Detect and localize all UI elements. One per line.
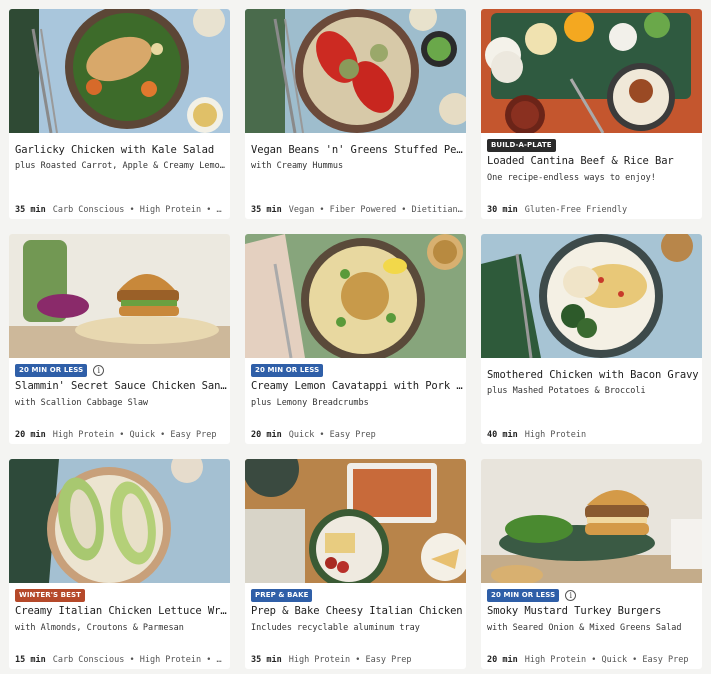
cook-time: 35 min xyxy=(15,205,46,215)
recipe-meta: 20 min High Protein • Quick • Easy Prep xyxy=(15,430,227,440)
recipe-card[interactable]: 20 MIN OR LESS i Smoky Mustard Turkey Bu… xyxy=(481,459,702,669)
smothered-chicken-photo[interactable] xyxy=(481,234,702,358)
build-a-plate-badge: BUILD-A-PLATE xyxy=(487,139,556,152)
recipe-subtitle: with Creamy Hummus xyxy=(251,161,344,171)
badge-row: 20 MIN OR LESS i xyxy=(15,364,105,377)
recipe-grid: Garlicky Chicken with Kale Salad plus Ro… xyxy=(0,0,711,674)
recipe-subtitle: plus Mashed Potatoes & Broccoli xyxy=(487,386,646,396)
chicken-kale-salad-photo[interactable] xyxy=(9,9,230,133)
recipe-title[interactable]: Creamy Lemon Cavatappi with Pork & Peas xyxy=(251,380,463,392)
recipe-title[interactable]: Prep & Bake Cheesy Italian Chicken xyxy=(251,605,463,617)
recipe-meta: 35 min Vegan • Fiber Powered • Dietitian… xyxy=(251,205,463,215)
recipe-tags: High Protein • Easy Prep xyxy=(288,655,412,665)
cook-time: 40 min xyxy=(487,430,518,440)
badge-row: WINTER'S BEST xyxy=(15,589,85,602)
recipe-title[interactable]: Smoky Mustard Turkey Burgers xyxy=(487,605,699,617)
prep-bake-badge: PREP & BAKE xyxy=(251,589,313,602)
recipe-meta: 20 min High Protein • Quick • Easy Prep xyxy=(487,655,699,665)
cook-time: 20 min xyxy=(487,655,518,665)
cook-time: 30 min xyxy=(487,205,518,215)
info-icon[interactable]: i xyxy=(565,590,577,601)
recipe-subtitle: plus Lemony Breadcrumbs xyxy=(251,398,369,408)
badge-row: BUILD-A-PLATE xyxy=(487,139,556,152)
cavatappi-photo[interactable] xyxy=(245,234,466,358)
recipe-tags: High Protein • Quick • Easy Prep xyxy=(52,430,217,440)
recipe-title[interactable]: Creamy Italian Chicken Lettuce Wraps xyxy=(15,605,227,617)
recipe-tags: High Protein • Quick • Easy Prep xyxy=(524,655,689,665)
recipe-card[interactable]: Vegan Beans 'n' Greens Stuffed Peppers w… xyxy=(245,9,466,219)
badge-row: 20 MIN OR LESS i xyxy=(487,589,577,602)
recipe-subtitle: with Seared Onion & Mixed Greens Salad xyxy=(487,623,682,633)
cook-time: 15 min xyxy=(15,655,46,665)
recipe-card[interactable]: WINTER'S BEST Creamy Italian Chicken Let… xyxy=(9,459,230,669)
lettuce-wraps-photo[interactable] xyxy=(9,459,230,583)
badge-row: PREP & BAKE xyxy=(251,589,313,602)
beef-rice-bar-photo[interactable] xyxy=(481,9,702,133)
recipe-meta: 35 min High Protein • Easy Prep xyxy=(251,655,463,665)
recipe-subtitle: with Almonds, Croutons & Parmesan xyxy=(15,623,184,633)
recipe-title[interactable]: Slammin' Secret Sauce Chicken Sandwiches xyxy=(15,380,227,392)
recipe-title[interactable]: Vegan Beans 'n' Greens Stuffed Peppers xyxy=(251,144,463,156)
recipe-title[interactable]: Smothered Chicken with Bacon Gravy xyxy=(487,369,699,381)
chicken-sandwich-photo[interactable] xyxy=(9,234,230,358)
recipe-tags: Quick • Easy Prep xyxy=(288,430,376,440)
recipe-tags: Carb Conscious • High Protein • … xyxy=(52,205,222,215)
cook-time: 35 min xyxy=(251,655,282,665)
recipe-subtitle: Includes recyclable aluminum tray xyxy=(251,623,420,633)
recipe-meta: 15 min Carb Conscious • High Protein • … xyxy=(15,655,227,665)
recipe-card[interactable]: 20 MIN OR LESS i Slammin' Secret Sauce C… xyxy=(9,234,230,444)
info-icon[interactable]: i xyxy=(93,365,105,376)
cook-time: 20 min xyxy=(15,430,46,440)
recipe-meta: 35 min Carb Conscious • High Protein • … xyxy=(15,205,227,215)
recipe-card[interactable]: Smothered Chicken with Bacon Gravy plus … xyxy=(481,234,702,444)
recipe-meta: 40 min High Protein xyxy=(487,430,699,440)
quick-badge: 20 MIN OR LESS xyxy=(15,364,88,377)
recipe-card[interactable]: 20 MIN OR LESS Creamy Lemon Cavatappi wi… xyxy=(245,234,466,444)
recipe-meta: 30 min Gluten-Free Friendly xyxy=(487,205,699,215)
quick-badge: 20 MIN OR LESS xyxy=(487,589,560,602)
turkey-burger-photo[interactable] xyxy=(481,459,702,583)
recipe-card[interactable]: BUILD-A-PLATE Loaded Cantina Beef & Rice… xyxy=(481,9,702,219)
recipe-tags: High Protein xyxy=(524,430,587,440)
cook-time: 20 min xyxy=(251,430,282,440)
winters-best-badge: WINTER'S BEST xyxy=(15,589,85,602)
stuffed-peppers-photo[interactable] xyxy=(245,9,466,133)
recipe-tags: Carb Conscious • High Protein • … xyxy=(52,655,222,665)
recipe-title[interactable]: Garlicky Chicken with Kale Salad xyxy=(15,144,227,156)
recipe-subtitle: with Scallion Cabbage Slaw xyxy=(15,398,149,408)
recipe-subtitle: One recipe-endless ways to enjoy! xyxy=(487,173,656,183)
recipe-tags: Gluten-Free Friendly xyxy=(524,205,628,215)
recipe-title[interactable]: Loaded Cantina Beef & Rice Bar xyxy=(487,155,699,167)
recipe-tags: Vegan • Fiber Powered • Dietitian… xyxy=(288,205,463,215)
cook-time: 35 min xyxy=(251,205,282,215)
recipe-card[interactable]: Garlicky Chicken with Kale Salad plus Ro… xyxy=(9,9,230,219)
quick-badge: 20 MIN OR LESS xyxy=(251,364,324,377)
recipe-card[interactable]: PREP & BAKE Prep & Bake Cheesy Italian C… xyxy=(245,459,466,669)
cheesy-chicken-photo[interactable] xyxy=(245,459,466,583)
recipe-meta: 20 min Quick • Easy Prep xyxy=(251,430,463,440)
recipe-subtitle: plus Roasted Carrot, Apple & Creamy Lemo… xyxy=(15,161,227,171)
badge-row: 20 MIN OR LESS xyxy=(251,364,324,377)
